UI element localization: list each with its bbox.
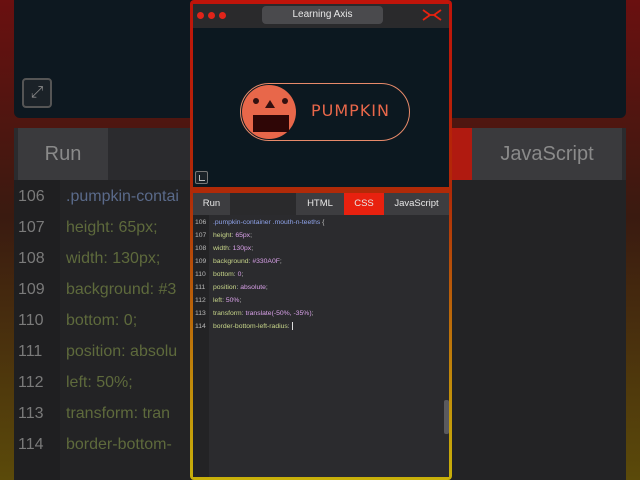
background-line-text: position: absolu [66,343,178,360]
line-number: 106 [195,219,207,226]
left-eye [253,98,259,104]
code-text: height: 65px; [213,232,252,239]
background-line-number: 111 [18,343,43,360]
pumpkin-label: PUMPKIN [311,101,390,120]
background-css-tab [452,128,472,180]
code-text: .pumpkin-container .mouth-n-teeths { [213,219,325,226]
background-code-line: 111 position: absolu [18,336,177,367]
code-text: background: #330A0F; [213,258,282,265]
background-code-line: 112 left: 50%; [18,367,133,398]
line-number: 109 [195,258,207,265]
code-text: border-bottom-left-radius: [213,322,293,331]
run-button[interactable]: Run [193,193,230,215]
background-line-number: 107 [18,219,45,236]
background-line-text: height: 65px; [66,219,158,236]
background-line-number: 106 [18,188,45,205]
background-code-line: 113 transform: tran [18,398,170,429]
tab-css[interactable]: CSS [344,193,384,215]
code-text: bottom: 0; [213,271,244,278]
right-eye [282,98,288,104]
background-code-line: 107 height: 65px; [18,212,158,243]
expand-icon[interactable] [195,171,208,184]
background-js-tab: JavaScript [472,128,622,180]
background-run-tab: Run [18,128,108,180]
line-number: 108 [195,245,207,252]
tab-javascript[interactable]: JavaScript [384,193,449,215]
line-number: 113 [195,310,206,317]
background-code-line: 110 bottom: 0; [18,305,137,336]
tab-html[interactable]: HTML [296,193,344,215]
line-number: 114 [195,323,206,330]
background-code-line: 109 background: #3 [18,274,176,305]
background-line-number: 109 [18,281,45,298]
code-text: transform: translate(-50%, -35%); [213,310,314,317]
background-code-line: 106 .pumpkin-contai [18,181,179,212]
app-title: Learning Axis [262,6,383,24]
background-line-number: 112 [18,374,44,391]
text-caret [291,322,293,331]
code-text: width: 130px; [213,245,254,252]
background-line-number: 108 [18,250,45,267]
background-line-text: background: #3 [66,281,177,298]
background-line-number: 110 [18,312,44,329]
background-line-number: 113 [18,405,44,422]
close-dot-icon[interactable] [197,12,204,19]
axis-logo-icon [422,9,442,21]
background-line-number: 114 [18,436,44,453]
line-number: 112 [195,297,206,304]
background-code-line: 114 border-bottom- [18,429,172,460]
background-line-text: left: 50%; [66,374,133,391]
line-number: 107 [195,232,207,239]
pumpkin-nose [265,100,275,108]
background-code-line: 108 width: 130px; [18,243,160,274]
editor-scrollbar[interactable] [444,400,449,434]
minimize-dot-icon[interactable] [208,12,215,19]
line-number: 110 [195,271,206,278]
background-line-text: transform: tran [66,405,171,422]
maximize-dot-icon[interactable] [219,12,226,19]
background-line-text: width: 130px; [66,250,161,267]
code-text: position: absolute; [213,284,268,291]
background-expand-icon: ⤢ [22,78,52,108]
code-text: left: 50%; [213,297,242,304]
mouth-n-teeths [253,115,289,132]
background-line-text: bottom: 0; [66,312,138,329]
line-number: 111 [195,284,206,291]
background-line-text: border-bottom- [66,436,172,453]
background-line-text: .pumpkin-contai [66,188,179,205]
